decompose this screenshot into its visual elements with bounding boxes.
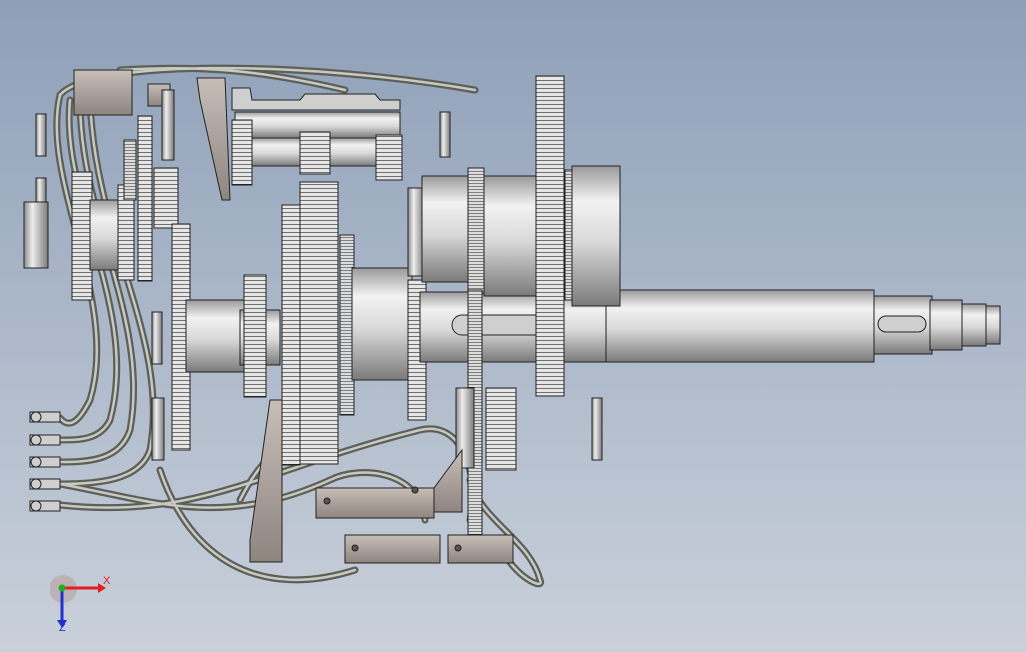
upper-shaft[interactable] bbox=[231, 111, 403, 186]
z-axis-label: Z bbox=[59, 622, 66, 634]
coordinate-triad: X Z bbox=[49, 572, 120, 642]
x-axis-label: X bbox=[103, 575, 111, 587]
left-gear-cluster[interactable] bbox=[23, 89, 191, 461]
graphics-viewport[interactable]: X Z bbox=[0, 0, 1026, 652]
hose-fittings[interactable] bbox=[29, 411, 61, 512]
gearbox-assembly-model[interactable] bbox=[0, 0, 1026, 652]
